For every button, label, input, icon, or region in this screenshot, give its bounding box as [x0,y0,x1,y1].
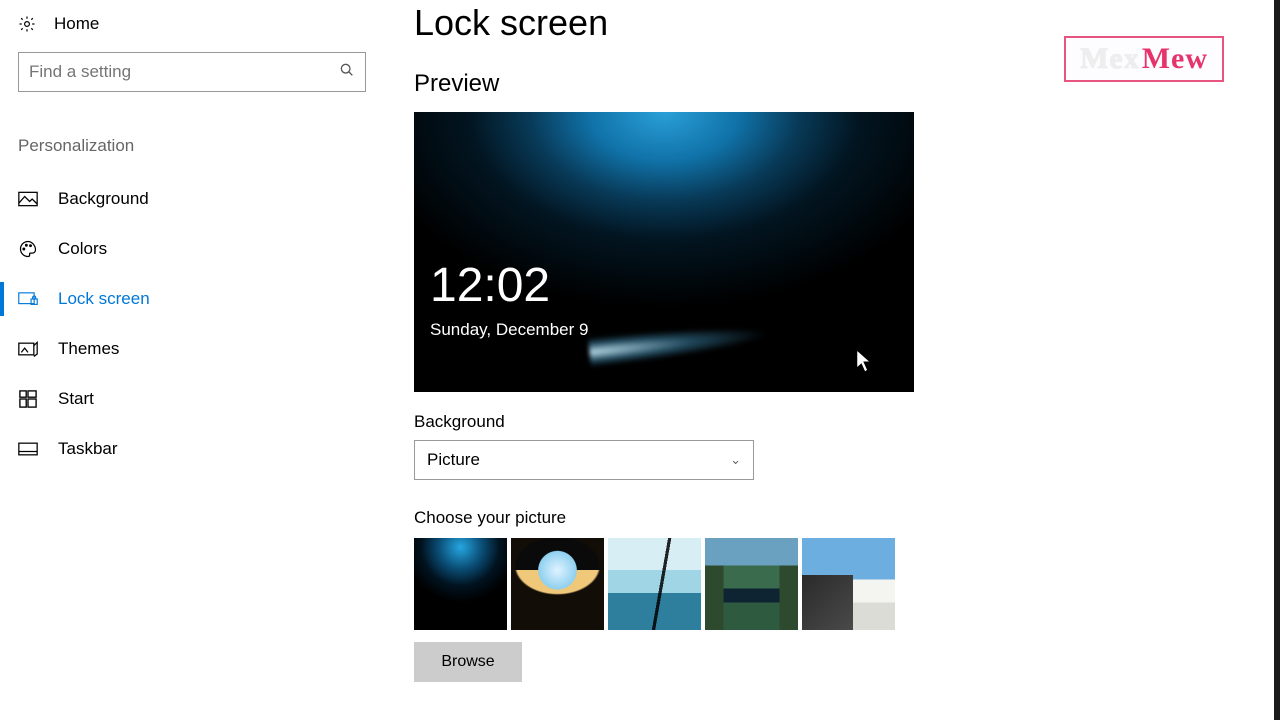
background-label: Background [414,412,1280,432]
browse-button[interactable]: Browse [414,642,522,682]
sidebar-item-themes[interactable]: Themes [18,324,390,374]
dropdown-value: Picture [427,450,480,470]
sidebar-item-label: Colors [58,239,107,259]
sidebar-item-label: Start [58,389,94,409]
search-icon [339,62,355,83]
picture-thumbnails [414,538,1280,630]
sidebar-item-label: Taskbar [58,439,118,459]
picture-thumb-2[interactable] [511,538,604,630]
start-icon [18,390,38,408]
picture-thumb-1[interactable] [414,538,507,630]
watermark-part1: Mex [1080,42,1140,76]
picture-icon [18,191,38,207]
preview-date: Sunday, December 9 [430,320,588,340]
gear-icon [18,15,36,33]
window-edge [1274,0,1280,720]
sidebar-item-background[interactable]: Background [18,174,390,224]
home-label: Home [54,14,99,34]
watermark-part2: Mew [1142,42,1208,76]
sidebar-item-label: Lock screen [58,289,150,309]
picture-thumb-4[interactable] [705,538,798,630]
picture-thumb-3[interactable] [608,538,701,630]
choose-picture-label: Choose your picture [414,508,1280,528]
sidebar-item-label: Background [58,189,149,209]
sidebar-item-taskbar[interactable]: Taskbar [18,424,390,474]
home-nav[interactable]: Home [18,10,390,46]
search-field[interactable] [29,62,339,82]
sidebar-item-colors[interactable]: Colors [18,224,390,274]
palette-icon [18,239,38,259]
watermark-badge: Mex Mew [1064,36,1224,82]
lock-screen-icon [18,291,38,307]
picture-thumb-5[interactable] [802,538,895,630]
sidebar-item-lock-screen[interactable]: Lock screen [18,274,390,324]
search-input[interactable] [18,52,366,92]
sidebar-item-start[interactable]: Start [18,374,390,424]
sidebar-item-label: Themes [58,339,119,359]
cursor-icon [855,348,873,380]
themes-icon [18,340,38,358]
preview-time: 12:02 [430,258,550,313]
taskbar-icon [18,442,38,456]
background-dropdown[interactable]: Picture ⌄ [414,440,754,480]
chevron-down-icon: ⌄ [730,452,741,468]
category-label: Personalization [18,136,390,156]
lock-screen-preview: 12:02 Sunday, December 9 [414,112,914,392]
